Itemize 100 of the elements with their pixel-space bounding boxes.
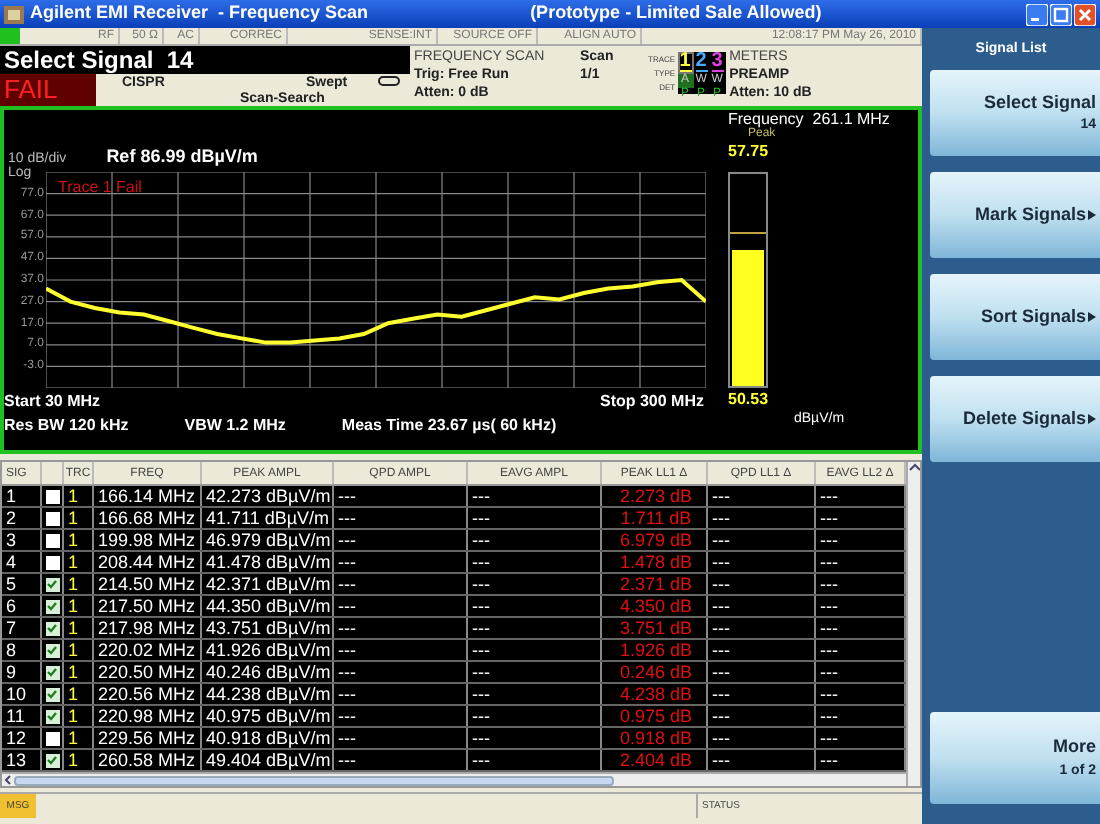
table-cell: 2 xyxy=(2,508,42,528)
table-cell: 3 xyxy=(2,530,42,550)
table-row[interactable]: 4 1 208.44 MHz 41.478 dBµV/m --- --- 1.478 dB --- --- xyxy=(2,552,906,574)
table-cell: --- xyxy=(708,750,816,770)
table-cell: 1 xyxy=(64,706,94,726)
more-label: More xyxy=(1052,734,1096,760)
table-cell: --- xyxy=(334,706,468,726)
table-cell: --- xyxy=(708,728,816,748)
table-cell: --- xyxy=(334,552,468,572)
table-cell: 0.246 dB xyxy=(602,662,708,682)
table-cell: 44.350 dBµV/m xyxy=(202,596,334,616)
table-cell: 2.371 dB xyxy=(602,574,708,594)
table-cell: 0.918 dB xyxy=(602,728,708,748)
table-cell: 1 xyxy=(64,552,94,572)
table-cell: 1 xyxy=(64,508,94,528)
table-cell: 4.350 dB xyxy=(602,596,708,616)
table-cell: 1 xyxy=(64,486,94,506)
table-cell: --- xyxy=(468,486,602,506)
window-subtitle: (Prototype - Limited Sale Allowed) xyxy=(530,0,822,27)
table-row[interactable]: 2 1 166.68 MHz 41.711 dBµV/m --- --- 1.711 dB --- --- xyxy=(2,508,906,530)
table-cell: 4 xyxy=(2,552,42,572)
table-cell: 11 xyxy=(2,706,42,726)
table-cell: 1 xyxy=(64,750,94,770)
table-cell: --- xyxy=(334,486,468,506)
window-title: Agilent EMI Receiver - Frequency Scan xyxy=(30,0,369,27)
table-cell: --- xyxy=(708,618,816,638)
table-row[interactable]: 12 1 229.56 MHz 40.918 dBµV/m --- --- 0.918 dB --- --- xyxy=(2,728,906,750)
resolution-bandwidth: Res BW 120 kHz xyxy=(4,414,129,438)
table-cell: 5 xyxy=(2,574,42,594)
table-cell: --- xyxy=(334,750,468,770)
softkey-button[interactable]: Sort Signals xyxy=(930,274,1100,360)
reference-level: Ref 86.99 dBµV/m xyxy=(106,143,258,170)
table-cell: 1 xyxy=(64,684,94,704)
table-cell: --- xyxy=(708,552,816,572)
table-cell: --- xyxy=(708,596,816,616)
table-cell: 220.50 MHz xyxy=(94,662,202,682)
softkey-button[interactable]: Mark Signals xyxy=(930,172,1100,258)
table-row[interactable]: 5 1 214.50 MHz 42.371 dBµV/m --- --- 2.371 dB --- --- xyxy=(2,574,906,596)
table-cell: --- xyxy=(334,574,468,594)
table-cell: 8 xyxy=(2,640,42,660)
table-cell: 208.44 MHz xyxy=(94,552,202,572)
table-row[interactable]: 3 1 199.98 MHz 46.979 dBµV/m --- --- 6.979 dB --- --- xyxy=(2,530,906,552)
table-cell: 46.979 dBµV/m xyxy=(202,530,334,550)
table-row[interactable]: 7 1 217.98 MHz 43.751 dBµV/m --- --- 3.751 dB --- --- xyxy=(2,618,906,640)
table-cell: 42.273 dBµV/m xyxy=(202,486,334,506)
table-cell: 217.98 MHz xyxy=(94,618,202,638)
table-cell: --- xyxy=(708,706,816,726)
trace-selector[interactable]: 2 xyxy=(693,52,710,74)
table-cell: 1.478 dB xyxy=(602,552,708,572)
table-cell: --- xyxy=(468,618,602,638)
meter-reading: 50.53 xyxy=(728,388,771,410)
table-cell: 41.478 dBµV/m xyxy=(202,552,334,572)
table-cell: 40.975 dBµV/m xyxy=(202,706,334,726)
table-cell: 2.273 dB xyxy=(602,486,708,506)
softkey-label: Mark Signals xyxy=(974,201,1086,228)
softkey-label: Select Signal xyxy=(983,89,1096,116)
table-row[interactable]: 1 1 166.14 MHz 42.273 dBµV/m --- --- 2.273 dB --- --- xyxy=(2,486,906,508)
trace-selector[interactable]: 3 xyxy=(709,52,726,74)
table-cell: --- xyxy=(334,662,468,682)
table-cell: 6.979 dB xyxy=(602,530,708,550)
table-cell: 1 xyxy=(64,574,94,594)
measurement-time: Meas Time 23.67 µs( 60 kHz) xyxy=(341,414,557,438)
table-cell: 220.98 MHz xyxy=(94,706,202,726)
softkey-label: Delete Signals xyxy=(962,405,1086,432)
table-cell: --- xyxy=(468,728,602,748)
table-row[interactable]: 11 1 220.98 MHz 40.975 dBµV/m --- --- 0.975 dB --- --- xyxy=(2,706,906,728)
table-cell: --- xyxy=(708,574,816,594)
table-cell: --- xyxy=(334,508,468,528)
video-bandwidth: VBW 1.2 MHz xyxy=(184,414,286,438)
table-cell: 13 xyxy=(2,750,42,770)
table-cell: 41.711 dBµV/m xyxy=(202,508,334,528)
table-cell: 9 xyxy=(2,662,42,682)
table-cell: 6 xyxy=(2,596,42,616)
table-cell: 199.98 MHz xyxy=(94,530,202,550)
table-cell: 260.58 MHz xyxy=(94,750,202,770)
table-cell: --- xyxy=(708,684,816,704)
table-row[interactable]: 10 1 220.56 MHz 44.238 dBµV/m --- --- 4.238 dB --- --- xyxy=(2,684,906,706)
table-cell: --- xyxy=(334,728,468,748)
table-row[interactable]: 9 1 220.50 MHz 40.246 dBµV/m --- --- 0.246 dB --- --- xyxy=(2,662,906,684)
stop-frequency: Stop 300 MHz xyxy=(599,390,704,414)
table-cell: 12 xyxy=(2,728,42,748)
table-cell: 1.926 dB xyxy=(602,640,708,660)
table-cell: --- xyxy=(708,640,816,660)
table-cell: 4.238 dB xyxy=(602,684,708,704)
table-cell: --- xyxy=(708,530,816,550)
table-cell: 229.56 MHz xyxy=(94,728,202,748)
table-cell: --- xyxy=(468,552,602,572)
table-cell: 217.50 MHz xyxy=(94,596,202,616)
peak-reading: 57.75 xyxy=(728,142,771,164)
table-row[interactable]: 13 1 260.58 MHz 49.404 dBµV/m --- --- 2.404 dB --- --- xyxy=(2,750,906,772)
table-row[interactable]: 6 1 217.50 MHz 44.350 dBµV/m --- --- 4.350 dB --- --- xyxy=(2,596,906,618)
table-cell: --- xyxy=(334,640,468,660)
table-cell: --- xyxy=(468,662,602,682)
start-frequency: Start 30 MHz xyxy=(4,390,101,414)
softkey-button[interactable]: Delete Signals xyxy=(930,376,1100,462)
table-cell: 7 xyxy=(2,618,42,638)
table-row[interactable]: 8 1 220.02 MHz 41.926 dBµV/m --- --- 1.926 dB --- --- xyxy=(2,640,906,662)
table-cell: 44.238 dBµV/m xyxy=(202,684,334,704)
table-cell: 166.14 MHz xyxy=(94,486,202,506)
table-cell: 10 xyxy=(2,684,42,704)
